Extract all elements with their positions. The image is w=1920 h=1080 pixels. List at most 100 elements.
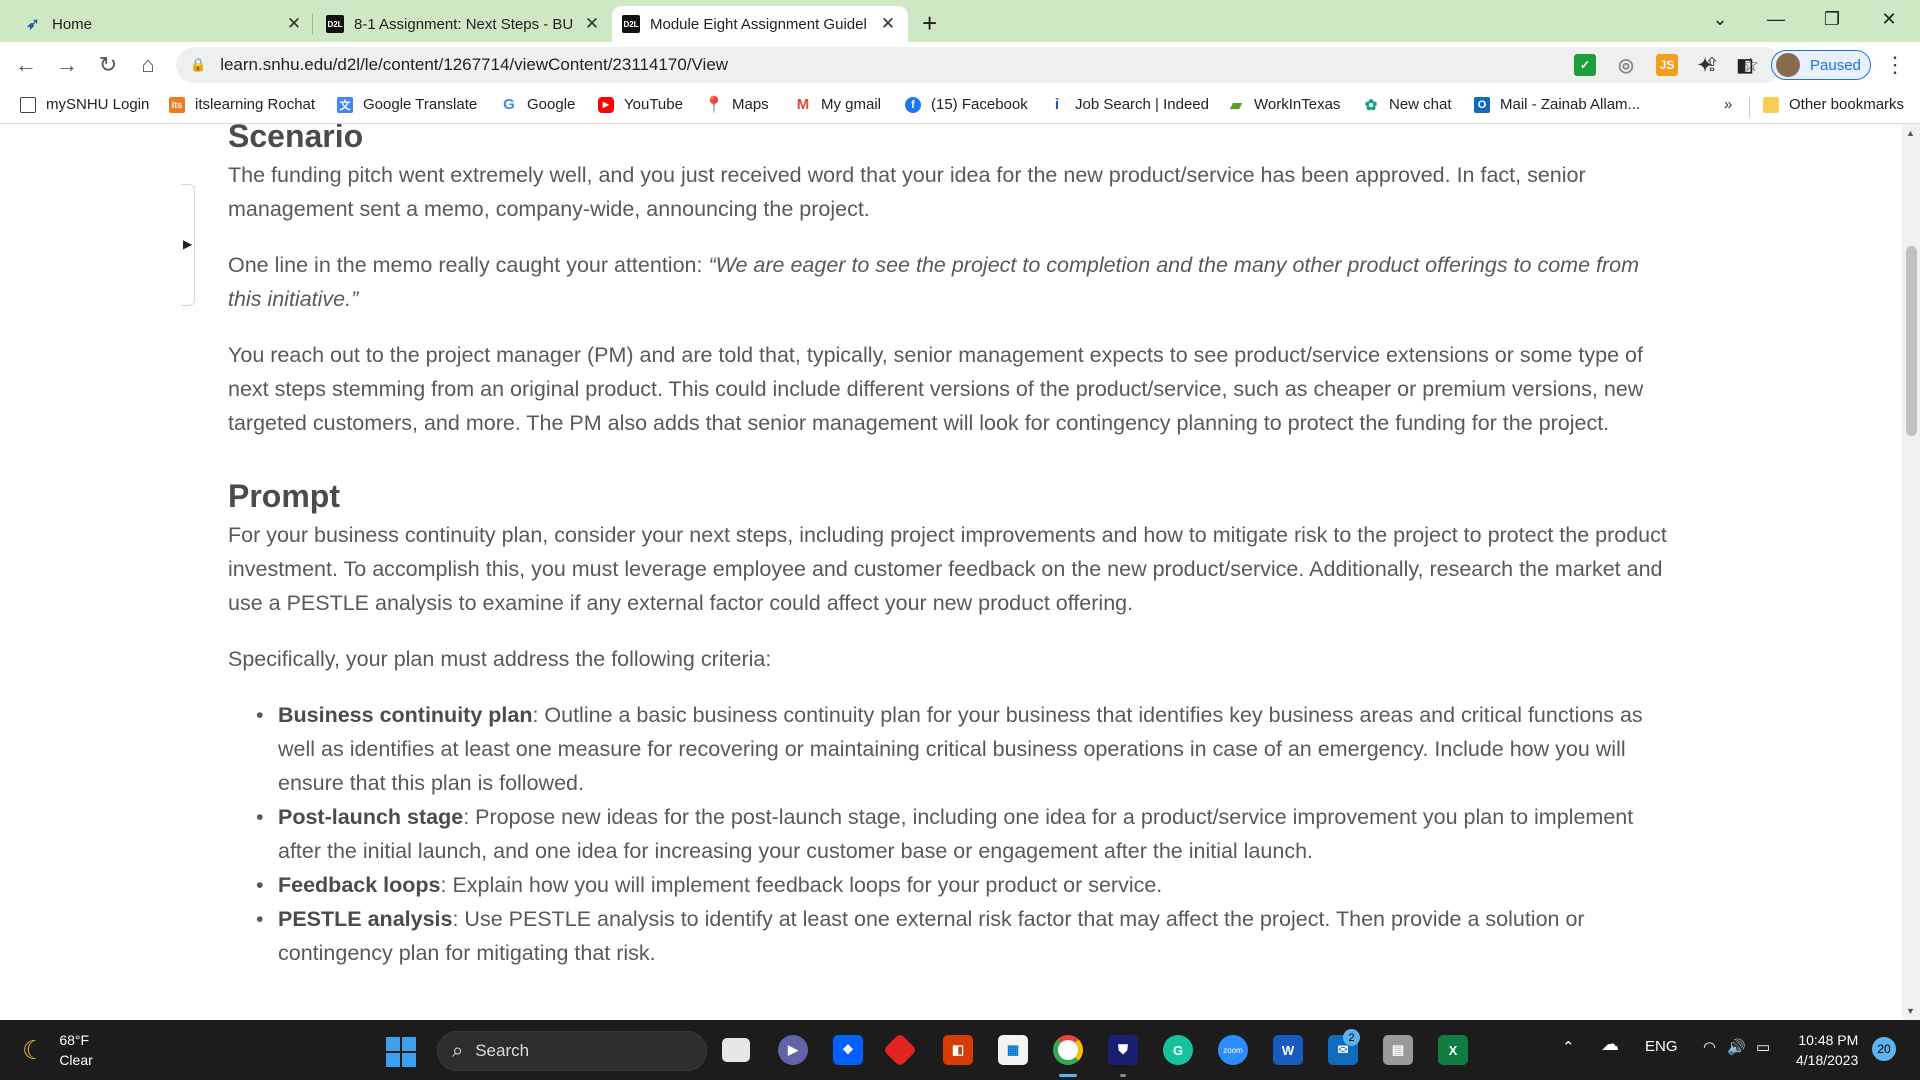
taskbar-search[interactable]: ⌕ Search bbox=[437, 1031, 707, 1071]
minimize-icon[interactable]: — bbox=[1753, 4, 1799, 34]
tab-module-eight-guidelines[interactable]: D2L Module Eight Assignment Guidel ✕ bbox=[612, 6, 908, 42]
sidebar-toggle[interactable]: ▶ bbox=[181, 184, 195, 306]
profile-button[interactable]: Paused bbox=[1771, 50, 1871, 80]
expand-arrow-icon: ▶ bbox=[183, 237, 193, 251]
bookmark-label: WorkInTexas bbox=[1254, 96, 1341, 113]
volume-icon[interactable]: 🔊 bbox=[1727, 1038, 1746, 1056]
vertical-scrollbar[interactable]: ▲ ▼ bbox=[1902, 124, 1920, 1020]
bookmark-mysnhu-login[interactable]: mySNHU Login bbox=[20, 96, 149, 113]
bookmark-youtube[interactable]: ▶ YouTube bbox=[598, 96, 683, 113]
bookmark-label: YouTube bbox=[624, 96, 683, 113]
more-bookmarks-icon[interactable]: » bbox=[1724, 96, 1732, 113]
bookmark-outlook-mail[interactable]: O Mail - Zainab Allam... bbox=[1474, 96, 1640, 113]
task-view-icon[interactable] bbox=[722, 1038, 750, 1062]
bookmark-maps[interactable]: 📍 Maps bbox=[704, 96, 769, 114]
side-panel-icon[interactable]: ◧ bbox=[1734, 54, 1756, 76]
list-item: Post-launch stage: Propose new ideas for… bbox=[256, 800, 1678, 868]
tray-overflow-chevron-icon[interactable]: ⌃ bbox=[1562, 1038, 1575, 1056]
js-extension-icon[interactable]: JS bbox=[1656, 54, 1678, 76]
youtube-icon: ▶ bbox=[598, 96, 614, 113]
new-tab-icon[interactable]: + bbox=[922, 8, 937, 39]
calculator-icon[interactable]: ▤ bbox=[1383, 1035, 1413, 1065]
bookmark-new-chat[interactable]: ✿ New chat bbox=[1363, 96, 1452, 114]
reload-icon[interactable]: ↻ bbox=[94, 51, 122, 79]
chrome-icon[interactable] bbox=[1053, 1035, 1083, 1065]
list-item: Feedback loops: Explain how you will imp… bbox=[256, 868, 1678, 902]
word-icon[interactable]: W bbox=[1273, 1035, 1303, 1065]
forward-icon[interactable]: → bbox=[53, 51, 81, 79]
close-tab-icon[interactable]: ✕ bbox=[878, 14, 898, 34]
scroll-up-icon[interactable]: ▲ bbox=[1906, 128, 1915, 138]
page-icon bbox=[20, 96, 36, 113]
tab-8-1-assignment[interactable]: D2L 8-1 Assignment: Next Steps - BU ✕ bbox=[316, 6, 612, 42]
bookmark-label: Job Search | Indeed bbox=[1075, 96, 1209, 113]
battery-icon[interactable]: ▭ bbox=[1756, 1038, 1770, 1056]
checkmark-extension-icon[interactable]: ✓ bbox=[1574, 54, 1596, 76]
browser-toolbar: ← → ↻ ⌂ 🔒 learn.snhu.edu/d2l/le/content/… bbox=[0, 42, 1920, 88]
system-clock[interactable]: 10:48 PM 4/18/2023 bbox=[1796, 1030, 1858, 1070]
url-text[interactable]: learn.snhu.edu/d2l/le/content/1267714/vi… bbox=[220, 55, 1704, 75]
criteria-list: Business continuity plan: Outline a basi… bbox=[256, 698, 1678, 970]
dropbox-icon[interactable]: ❖ bbox=[833, 1035, 863, 1065]
wifi-icon[interactable]: ◠ bbox=[1703, 1038, 1716, 1056]
close-tab-icon[interactable]: ✕ bbox=[582, 14, 602, 34]
home-icon[interactable]: ⌂ bbox=[134, 51, 162, 79]
tab-title: 8-1 Assignment: Next Steps - BU bbox=[354, 15, 574, 33]
tab-search-chevron-icon[interactable]: ⌄ bbox=[1697, 4, 1743, 34]
grammarly-icon[interactable]: G bbox=[1163, 1035, 1193, 1065]
criterion-term: PESTLE analysis bbox=[278, 907, 453, 931]
clock-time: 10:48 PM bbox=[1798, 1032, 1859, 1048]
lock-icon[interactable]: 🔒 bbox=[190, 57, 206, 73]
weather-widget[interactable]: ☾ 68°F Clear bbox=[22, 1030, 93, 1070]
bookmark-google-translate[interactable]: 文 Google Translate bbox=[337, 96, 477, 113]
list-item: PESTLE analysis: Use PESTLE analysis to … bbox=[256, 902, 1678, 970]
translate-icon: 文 bbox=[337, 96, 353, 113]
tab-home[interactable]: ➶ Home ✕ bbox=[14, 6, 314, 42]
weather-condition: Clear bbox=[59, 1052, 93, 1068]
start-windows-icon[interactable] bbox=[386, 1037, 416, 1067]
bookmark-google[interactable]: G Google bbox=[501, 96, 575, 113]
scroll-down-icon[interactable]: ▼ bbox=[1906, 1006, 1915, 1016]
bookmark-my-gmail[interactable]: M My gmail bbox=[795, 96, 881, 113]
criterion-term: Post-launch stage bbox=[278, 805, 464, 829]
bookmarks-bar: mySNHU Login its itslearning Rochat 文 Go… bbox=[0, 88, 1920, 124]
home-feather-icon: ➶ bbox=[26, 16, 40, 33]
teams-chat-icon[interactable]: ▶ bbox=[778, 1035, 808, 1065]
section-heading-scenario: Scenario bbox=[228, 124, 364, 154]
address-bar[interactable]: 🔒 learn.snhu.edu/d2l/le/content/1267714/… bbox=[176, 47, 1781, 83]
onedrive-cloud-icon[interactable]: ☁ bbox=[1601, 1034, 1619, 1055]
restore-icon[interactable]: ❐ bbox=[1809, 4, 1855, 34]
bookmark-workintexas[interactable]: ▰ WorkInTexas bbox=[1228, 96, 1341, 114]
bookmark-indeed[interactable]: ỉ Job Search | Indeed bbox=[1049, 96, 1209, 113]
d2l-icon: D2L bbox=[622, 15, 640, 33]
avatar bbox=[1776, 53, 1800, 77]
app-diamond-icon[interactable] bbox=[883, 1033, 917, 1067]
bookmark-label: Mail - Zainab Allam... bbox=[1500, 96, 1641, 113]
shield-app-icon[interactable]: ⛊ bbox=[1108, 1035, 1138, 1065]
running-app-indicator bbox=[1120, 1074, 1126, 1077]
close-tab-icon[interactable]: ✕ bbox=[284, 14, 304, 34]
circle-extension-icon[interactable]: ◎ bbox=[1615, 54, 1637, 76]
microsoft-store-icon[interactable]: ▦ bbox=[998, 1035, 1028, 1065]
d2l-icon: D2L bbox=[326, 15, 344, 33]
bookmark-facebook[interactable]: f (15) Facebook bbox=[905, 96, 1028, 113]
list-item: Business continuity plan: Outline a basi… bbox=[256, 698, 1678, 800]
zoom-icon[interactable]: zoom bbox=[1218, 1035, 1248, 1065]
extensions-puzzle-icon[interactable]: ✦ bbox=[1694, 54, 1716, 76]
outlook-icon: O bbox=[1474, 96, 1490, 113]
scroll-thumb[interactable] bbox=[1906, 246, 1917, 436]
close-window-icon[interactable]: ✕ bbox=[1866, 4, 1912, 34]
office-icon[interactable]: ◧ bbox=[943, 1035, 973, 1065]
profile-status: Paused bbox=[1810, 56, 1861, 74]
scenario-paragraph-3: You reach out to the project manager (PM… bbox=[228, 343, 1644, 435]
back-icon[interactable]: ← bbox=[12, 51, 40, 79]
browser-menu-icon[interactable]: ⋮ bbox=[1884, 52, 1906, 78]
bookmark-itslearning[interactable]: its itslearning Rochat bbox=[169, 96, 315, 113]
itslearning-icon: its bbox=[169, 96, 185, 113]
maps-pin-icon: 📍 bbox=[704, 96, 724, 114]
bookmark-other-bookmarks[interactable]: Other bookmarks bbox=[1763, 96, 1904, 113]
notification-count-badge[interactable]: 20 bbox=[1872, 1037, 1896, 1061]
language-indicator[interactable]: ENG bbox=[1645, 1038, 1678, 1055]
excel-icon[interactable]: X bbox=[1438, 1035, 1468, 1065]
criterion-text: : Use PESTLE analysis to identify at lea… bbox=[278, 907, 1585, 965]
